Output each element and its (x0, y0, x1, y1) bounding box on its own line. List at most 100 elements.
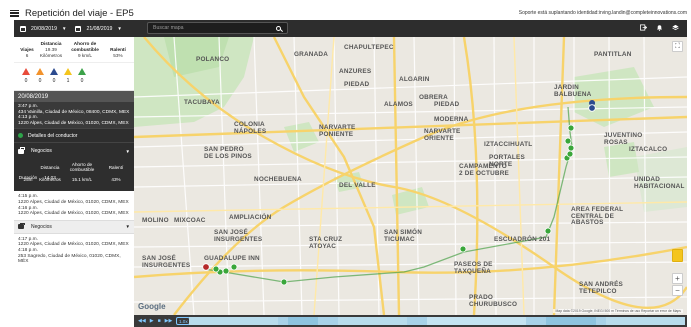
fast-forward-icon[interactable]: ▶▶ (165, 318, 173, 324)
date-to-picker[interactable]: 21/08/2019 ▼ (75, 25, 122, 32)
top-bar: Repetición del viaje - EP5 Soporte está … (8, 7, 687, 19)
summary-fuel-label: Ahorro de combustible (71, 41, 99, 52)
driver-icon (18, 133, 23, 139)
alert-count: 0 (24, 78, 28, 84)
segment-distance-unit: Kilómetros (39, 176, 61, 182)
map-label-iztaccihuatl: IZTACCIHUATL (484, 141, 533, 148)
search-icon[interactable] (276, 25, 281, 31)
map-label-ampl: AMPLIACIÓN (229, 214, 272, 221)
segment-fuel-value: 15.1 km/L (71, 176, 93, 182)
segment-distance-header: Distancia (40, 164, 60, 170)
caret-down-icon: ▼ (125, 148, 130, 154)
map-label-iztacalco: IZTACALCO (629, 146, 668, 153)
map-label-piedad: PIEDAD (344, 81, 370, 88)
summary-trips: Viajes 6 (17, 41, 37, 62)
map-label-sta-cruz: STA CRUZ ATOYAC (309, 236, 343, 250)
trip-start-address: 1220 Alpes, Ciudad de México, 01020, CDM… (18, 199, 129, 205)
segment-idle-header: Ralentí (108, 164, 124, 170)
warning-triangle-icon (64, 68, 72, 75)
map-label-molino: MOLINO (142, 217, 169, 224)
map-label-area-federal: AREA FEDERAL CENTRAL DE ABASTOS (571, 206, 624, 226)
summary-trips-value: 6 (25, 53, 29, 58)
alert-counters: 0 0 0 1 0 (14, 63, 134, 91)
map-label-colonia-napoles: COLONIA NÁPOLES (234, 121, 267, 135)
impersonation-notice: Soporte está suplantando identidad:irvin… (518, 10, 687, 16)
map-label-mixcoac: MIXCOAC (174, 217, 206, 224)
rewind-icon[interactable]: ◀◀ (138, 318, 146, 324)
map-label-san-pedro: SAN PEDRO DE LOS PINOS (204, 146, 252, 160)
warning-triangle-icon (22, 68, 30, 75)
exit-icon[interactable] (640, 24, 647, 31)
map-label-san-jose: SAN JOSÉ INSURGENTES (214, 229, 263, 243)
day-header: 20/08/2019 (14, 91, 134, 102)
alert-counter-5[interactable]: 0 (78, 68, 86, 90)
map-label-chapultepec: CHAPULTEPEC (344, 44, 394, 51)
trip-end-address: 253 Sagredo, Ciudad de México, 01020, CD… (18, 253, 121, 265)
map-label-paseos: PASEOS DE TAXQUEÑA (454, 261, 493, 275)
map-label-pantitlan: PANTITLAN (594, 51, 632, 58)
business-toggle-2[interactable]: Negocios ▼ (14, 219, 134, 234)
summary-distance-unit: Kilómetros (39, 53, 63, 58)
map-label-escuadron: ESCUADRÓN 201 (494, 236, 551, 243)
map-label-tacubaya: TACUBAYA (184, 99, 220, 106)
layers-icon[interactable] (672, 24, 679, 31)
date-from-picker[interactable]: 20/08/2019 ▼ (20, 25, 67, 32)
calendar-icon (75, 25, 82, 32)
map-search-input[interactable] (148, 25, 276, 31)
caret-down-icon: ▼ (61, 26, 67, 31)
alert-counter-2[interactable]: 0 (36, 68, 44, 90)
fullscreen-button[interactable]: ⛶ (672, 41, 683, 52)
map-label-san-andres: SAN ANDRÉS TETEPILCO (579, 281, 624, 295)
toolbar: 20/08/2019 ▼ 21/08/2019 ▼ (14, 20, 687, 37)
briefcase-icon (18, 147, 25, 154)
zoom-in-button[interactable]: + (672, 273, 683, 284)
alert-counter-3[interactable]: 0 (50, 68, 58, 90)
segment-duration-value: 25m (23, 176, 33, 182)
trip-end-address: 1220 Alpes, Ciudad de México, 01020, CDM… (18, 211, 129, 217)
driver-details-label: Detalles del conductor (28, 132, 78, 139)
date-to-value: 21/08/2019 (86, 25, 113, 32)
map-label-juventino: JUVENTINO ROSAS (604, 132, 643, 146)
map-label-nochebuena: NOCHEBUENA (254, 176, 302, 183)
map-label-campamento: CAMPAMENTO 2 DE OCTUBRE (459, 163, 509, 177)
timeline-track[interactable] (189, 317, 685, 325)
segment-values: 25m Kilómetros 15.1 km/L 43% (14, 175, 134, 185)
bell-icon[interactable] (656, 24, 663, 31)
driver-details-button[interactable]: Detalles del conductor (14, 128, 134, 143)
zoom-out-button[interactable]: − (672, 285, 683, 296)
trip-replay-app: Repetición del viaje - EP5 Soporte está … (0, 0, 691, 327)
alert-counter-1[interactable]: 0 (22, 68, 30, 90)
summary-fuel-value: 9 km/L (77, 53, 93, 58)
caret-down-icon: ▼ (125, 224, 130, 230)
map-label-san-simon: SAN SIMÓN TICUMAC (384, 229, 423, 243)
alert-count: 0 (52, 78, 56, 84)
business-label: Negocios (31, 223, 52, 230)
map-attribution[interactable]: Map data ©2019 Google, INEGI 500 m Térmi… (553, 309, 683, 313)
menu-icon[interactable] (10, 9, 19, 17)
map-label-algarin: ALGARIN (399, 76, 430, 83)
street-view-icon[interactable] (672, 249, 683, 262)
business-toggle-1[interactable]: Negocios ▼ (14, 142, 134, 160)
map-label-prado: PRADO CHURUBUSCO (469, 294, 518, 308)
trip-1[interactable]: 3:47 p.m. 434 Vainilla, Ciudad de México… (14, 102, 134, 129)
trip-end-address: 1220 Alpes, Ciudad de México, 01020, CDM… (18, 120, 129, 126)
summary-fuel: Ahorro de combustible 9 km/L (65, 41, 105, 62)
map-label-piedad2: PIEDAD (434, 101, 460, 108)
trip-summary: Viajes 6 Distancia 19.39 Kilómetros Ahor… (14, 37, 134, 63)
warning-triangle-icon (50, 68, 58, 75)
warning-triangle-icon (78, 68, 86, 75)
stop-icon[interactable]: ■ (158, 318, 161, 324)
trip-3[interactable]: 4:17 p.m. 1220 Alpes, Ciudad de México, … (14, 233, 134, 268)
map-label-guadalupe: GUADALUPE INN (204, 255, 260, 262)
segment-idle-value: 43% (111, 176, 121, 182)
map-label-unidad: UNIDAD HABITACIONAL (634, 176, 685, 190)
google-logo: Google (138, 302, 166, 311)
alert-count: 0 (80, 78, 84, 84)
trip-2[interactable]: 4:15 p.m. 1220 Alpes, Ciudad de México, … (14, 191, 134, 220)
alert-counter-4[interactable]: 1 (64, 68, 72, 90)
map-view[interactable]: CHAPULTEPEC POLANCO GRANADA ANZURES PIEDAD AL… (134, 37, 687, 315)
caret-down-icon: ▼ (117, 26, 122, 31)
page-title: Repetición del viaje - EP5 (25, 7, 134, 19)
alert-count: 1 (66, 78, 70, 84)
play-icon[interactable]: ▶ (150, 318, 154, 324)
